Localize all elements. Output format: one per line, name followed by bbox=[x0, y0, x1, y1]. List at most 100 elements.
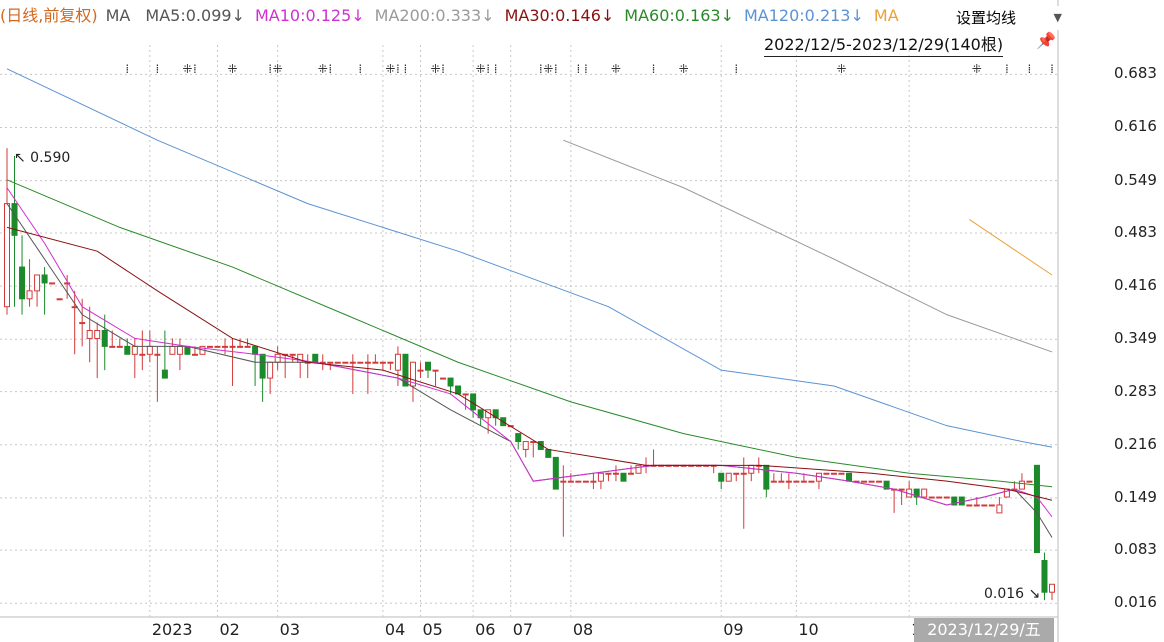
candle[interactable] bbox=[1041, 552, 1048, 601]
event-marker[interactable]: ⁜ bbox=[836, 62, 846, 76]
event-marker[interactable]: ⁜ bbox=[611, 62, 621, 76]
candle[interactable] bbox=[838, 472, 845, 475]
event-marker[interactable]: ⁞ bbox=[193, 62, 197, 76]
event-marker[interactable]: ⁞ bbox=[1005, 62, 1009, 76]
event-marker[interactable]: ⁜ bbox=[476, 62, 486, 76]
candle[interactable] bbox=[981, 504, 988, 507]
candle[interactable] bbox=[1049, 583, 1055, 601]
event-marker[interactable]: ⁞ bbox=[554, 62, 558, 76]
event-marker[interactable]: ⁞ bbox=[1050, 62, 1054, 76]
candle[interactable] bbox=[861, 480, 868, 483]
candle[interactable] bbox=[86, 306, 93, 363]
candle[interactable] bbox=[432, 369, 439, 387]
candle[interactable] bbox=[349, 354, 356, 394]
event-marker[interactable]: ⁜ bbox=[543, 62, 553, 76]
candle[interactable] bbox=[357, 361, 364, 364]
candle[interactable] bbox=[41, 267, 48, 315]
candle[interactable] bbox=[372, 354, 379, 364]
candle[interactable] bbox=[214, 345, 221, 348]
event-marker[interactable]: ⁞ bbox=[734, 62, 738, 76]
candle[interactable] bbox=[252, 345, 259, 387]
candle[interactable] bbox=[319, 354, 326, 371]
candle[interactable] bbox=[4, 148, 10, 315]
event-marker[interactable]: ⁞ bbox=[404, 62, 408, 76]
candle[interactable] bbox=[605, 472, 612, 482]
candle[interactable] bbox=[966, 504, 973, 507]
candle[interactable] bbox=[620, 472, 627, 482]
candle[interactable] bbox=[94, 322, 101, 379]
candle[interactable] bbox=[1018, 473, 1025, 490]
candle[interactable] bbox=[876, 480, 883, 483]
candle[interactable] bbox=[846, 472, 853, 482]
candle[interactable] bbox=[627, 465, 634, 475]
event-marker[interactable]: ⁞ bbox=[1028, 62, 1032, 76]
event-marker[interactable]: ⁜ bbox=[273, 62, 283, 76]
candle[interactable] bbox=[725, 472, 732, 482]
event-marker[interactable]: ⁞ bbox=[652, 62, 656, 76]
candle[interactable] bbox=[913, 488, 920, 505]
candle[interactable] bbox=[552, 456, 559, 490]
event-marker[interactable]: ⁜ bbox=[972, 62, 982, 76]
candle[interactable] bbox=[11, 156, 18, 307]
candle[interactable] bbox=[823, 472, 830, 475]
ma-setting-button[interactable]: 设置均线 ▼ bbox=[950, 6, 1068, 30]
candle[interactable] bbox=[304, 354, 311, 379]
event-marker[interactable]: ⁞ bbox=[494, 62, 498, 76]
candle[interactable] bbox=[297, 353, 304, 379]
event-marker[interactable]: ⁞ bbox=[358, 62, 362, 76]
candle[interactable] bbox=[1026, 480, 1033, 483]
event-marker[interactable]: ⁜ bbox=[430, 62, 440, 76]
candle[interactable] bbox=[34, 274, 41, 307]
candle[interactable] bbox=[635, 464, 642, 474]
pin-icon[interactable]: 📌 bbox=[1036, 31, 1056, 50]
candle[interactable] bbox=[996, 497, 1003, 514]
candle[interactable] bbox=[515, 433, 522, 450]
candle[interactable] bbox=[26, 259, 33, 307]
candle[interactable] bbox=[19, 235, 26, 315]
candle[interactable] bbox=[274, 346, 281, 371]
event-marker[interactable]: ⁜ bbox=[385, 62, 395, 76]
candle[interactable] bbox=[830, 472, 837, 475]
event-marker[interactable]: ⁞ bbox=[268, 62, 272, 76]
candle[interactable] bbox=[440, 377, 447, 380]
candle[interactable] bbox=[342, 361, 349, 364]
event-marker[interactable]: ⁞ bbox=[328, 62, 332, 76]
candle[interactable] bbox=[560, 465, 567, 537]
candle[interactable] bbox=[936, 496, 943, 499]
candle[interactable] bbox=[567, 473, 574, 483]
candle[interactable] bbox=[470, 393, 477, 418]
candle[interactable] bbox=[868, 480, 875, 483]
candle[interactable] bbox=[545, 448, 552, 458]
candle[interactable] bbox=[575, 480, 582, 483]
candle[interactable] bbox=[891, 488, 898, 513]
candle[interactable] bbox=[808, 480, 815, 483]
candle[interactable] bbox=[770, 473, 777, 483]
candle[interactable] bbox=[748, 464, 755, 482]
candle[interactable] bbox=[988, 504, 995, 507]
event-marker[interactable]: ⁞ bbox=[539, 62, 543, 76]
candle[interactable] bbox=[267, 361, 274, 394]
event-marker[interactable]: ⁞ bbox=[396, 62, 400, 76]
candle[interactable] bbox=[530, 441, 537, 458]
candle[interactable] bbox=[582, 480, 589, 483]
candle[interactable] bbox=[733, 472, 740, 482]
candle[interactable] bbox=[522, 441, 529, 458]
event-marker[interactable]: ⁞ bbox=[125, 62, 129, 76]
candle[interactable] bbox=[116, 338, 123, 348]
candle[interactable] bbox=[161, 330, 168, 379]
candle[interactable] bbox=[455, 385, 462, 395]
event-marker[interactable]: ⁞ bbox=[576, 62, 580, 76]
candle[interactable] bbox=[1033, 464, 1040, 554]
candle[interactable] bbox=[364, 354, 371, 394]
candle[interactable] bbox=[49, 282, 56, 291]
candle[interactable] bbox=[131, 338, 138, 379]
candle[interactable] bbox=[379, 361, 386, 371]
candle[interactable] bbox=[229, 338, 236, 387]
candle[interactable] bbox=[259, 353, 266, 402]
event-marker[interactable]: ⁞ bbox=[155, 62, 159, 76]
event-marker[interactable]: ⁞ bbox=[441, 62, 445, 76]
candle[interactable] bbox=[793, 480, 800, 483]
candle[interactable] bbox=[154, 346, 161, 402]
candle[interactable] bbox=[785, 473, 792, 490]
candle[interactable] bbox=[417, 362, 424, 379]
